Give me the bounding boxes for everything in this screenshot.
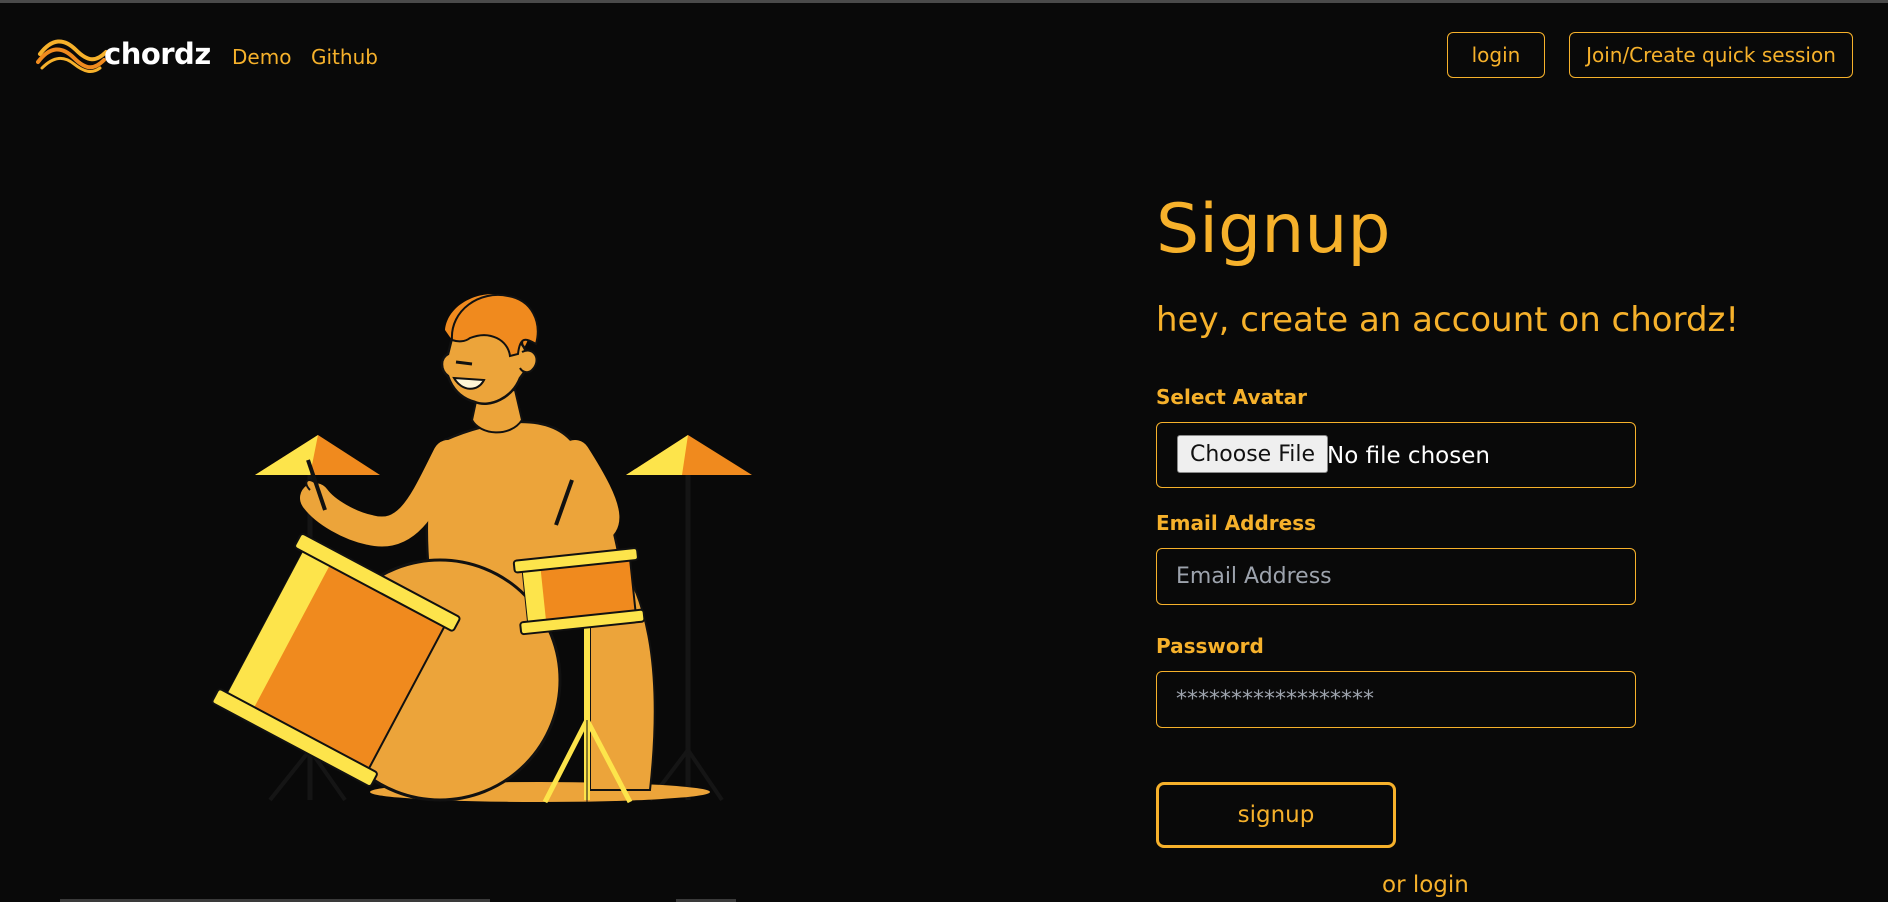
choose-file-button[interactable]: Choose File [1177, 435, 1329, 473]
password-label: Password [1156, 634, 1264, 658]
signup-button[interactable]: signup [1156, 782, 1396, 848]
or-login-link[interactable]: or login [1382, 872, 1469, 898]
nav-link-github[interactable]: Github [311, 45, 378, 69]
login-button[interactable]: login [1447, 32, 1545, 78]
nav-link-demo[interactable]: Demo [232, 45, 291, 69]
password-field[interactable] [1157, 672, 1635, 727]
avatar-file-input[interactable]: Choose File No file chosen [1156, 422, 1636, 488]
file-status-text: No file chosen [1327, 443, 1490, 469]
wave-logo-icon [36, 39, 108, 73]
email-field[interactable] [1157, 549, 1635, 604]
drummer-illustration [211, 293, 752, 804]
brand-name: chordz [104, 37, 211, 71]
password-field-wrapper [1156, 671, 1636, 728]
quick-session-button[interactable]: Join/Create quick session [1569, 32, 1853, 78]
email-label: Email Address [1156, 511, 1317, 535]
brand-logo[interactable]: chordz [36, 34, 211, 74]
email-field-wrapper [1156, 548, 1636, 605]
avatar-label: Select Avatar [1156, 385, 1307, 409]
top-navbar: chordz Demo Github login Join/Create qui… [0, 0, 1888, 110]
page-title: Signup [1156, 190, 1391, 269]
page-subtitle: hey, create an account on chordz! [1156, 300, 1740, 340]
